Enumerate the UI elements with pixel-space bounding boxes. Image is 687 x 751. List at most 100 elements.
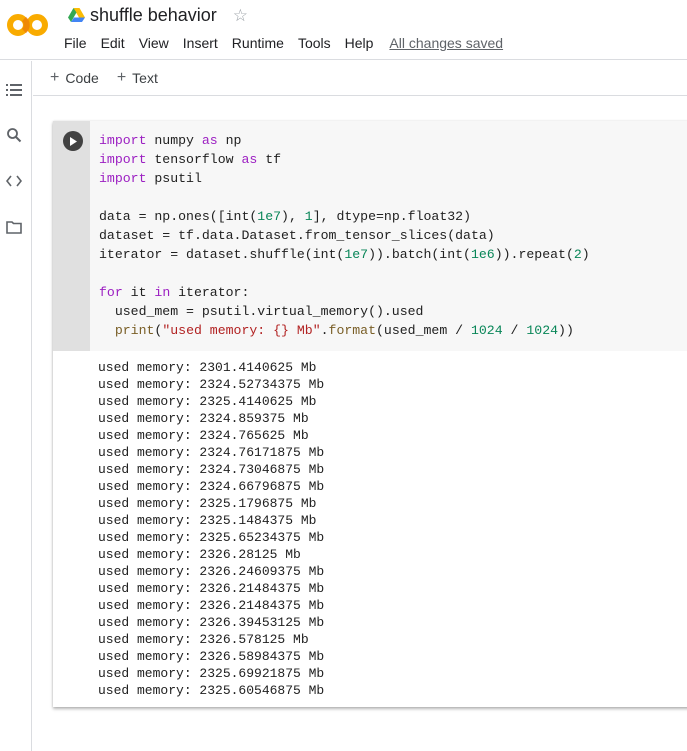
code-token: import [99,152,147,167]
files-folder-icon[interactable] [5,218,23,236]
app-header: shuffle behavior ☆ File Edit View Insert… [0,0,687,60]
search-icon[interactable] [5,126,23,144]
code-token: in [154,285,171,300]
output-line: used memory: 2325.69921875 Mb [98,666,325,681]
code-token: used_mem = psutil.virtual_memory().used [99,304,424,319]
code-token: 1e7 [344,247,369,262]
code-line: dataset = tf.data.Dataset.from_tensor_sl… [99,226,590,245]
cell-gutter [53,121,90,351]
code-token: )) [558,323,574,338]
menu-edit[interactable]: Edit [101,35,125,51]
code-token: as [201,133,218,148]
output-line: used memory: 2326.39453125 Mb [98,615,325,630]
code-token: . [320,323,329,338]
code-token: / [502,323,527,338]
code-token: numpy [146,133,202,148]
output-line: used memory: 2325.65234375 Mb [98,530,325,545]
colab-logo[interactable] [7,13,49,37]
code-token: dataset = tf.data.Dataset.from_tensor_sl… [99,228,495,243]
add-code-label: Code [65,70,99,86]
code-line: import tensorflow as tf [99,150,590,169]
menu-insert[interactable]: Insert [183,35,218,51]
code-token: it [122,285,155,300]
title-row: shuffle behavior ☆ [68,4,248,26]
code-cell[interactable]: import numpy as np import tensorflow as t… [53,121,687,707]
menu-runtime[interactable]: Runtime [232,35,284,51]
code-line: used_mem = psutil.virtual_memory().used [99,302,590,321]
run-cell-button[interactable] [63,131,83,151]
code-token: psutil [146,171,202,186]
code-token: format [328,323,377,338]
code-token: )).repeat( [494,247,574,262]
output-line: used memory: 2325.4140625 Mb [98,394,317,409]
code-token: for [99,285,123,300]
code-token: 1024 [526,323,559,338]
code-editor[interactable]: import numpy as np import tensorflow as t… [90,121,687,351]
code-line: print("used memory: {} Mb".format(used_m… [99,321,590,340]
code-token: (used_mem / [376,323,471,338]
star-icon[interactable]: ☆ [233,7,248,24]
output-text: used memory: 2301.4140625 Mb used memory:… [98,359,324,699]
code-line: iterator = dataset.shuffle(int(1e7)).bat… [99,245,590,264]
output-line: used memory: 2301.4140625 Mb [98,360,317,375]
menu-bar: File Edit View Insert Runtime Tools Help… [64,35,503,51]
code-token: iterator = dataset.shuffle(int( [99,247,345,262]
play-icon [70,136,77,146]
output-line: used memory: 2324.66796875 Mb [98,479,325,494]
output-line: used memory: 2324.52734375 Mb [98,377,325,392]
code-token: as [241,152,258,167]
table-of-contents-icon[interactable] [5,81,23,99]
add-text-cell-button[interactable]: + Text [117,69,158,87]
notebook-toolbar: + Code + Text [33,61,687,96]
code-token: ], dtype=np.float32) [312,209,471,224]
left-sidebar [0,61,32,751]
plus-icon: + [116,69,127,86]
plus-icon: + [50,69,60,86]
code-token: data = np.ones([int( [99,209,258,224]
output-line: used memory: 2326.28125 Mb [98,547,301,562]
code-token: tensorflow [146,152,242,167]
code-token: "used memory: {} Mb" [162,323,321,338]
code-token: 1e6 [470,247,495,262]
output-line: used memory: 2326.58984375 Mb [98,649,325,664]
menu-view[interactable]: View [139,35,169,51]
code-token: 1024 [470,323,503,338]
code-token: 1 [304,209,313,224]
add-text-label: Text [132,70,158,86]
code-token: import [99,133,147,148]
output-line: used memory: 2325.60546875 Mb [98,683,325,698]
output-line: used memory: 2326.24609375 Mb [98,564,325,579]
code-line: import numpy as np [99,131,590,150]
output-line: used memory: 2324.76171875 Mb [98,445,325,460]
code-line: import psutil [99,169,590,188]
code-token: np [217,133,242,148]
output-line: used memory: 2326.21484375 Mb [98,581,325,596]
google-drive-icon [68,8,85,22]
output-line: used memory: 2324.73046875 Mb [98,462,325,477]
menu-tools[interactable]: Tools [298,35,331,51]
code-token: ), [281,209,305,224]
menu-file[interactable]: File [64,35,87,51]
output-line: used memory: 2324.859375 Mb [98,411,309,426]
save-status-link[interactable]: All changes saved [389,35,503,51]
output-line: used memory: 2326.578125 Mb [98,632,309,647]
notebook-main: import numpy as np import tensorflow as t… [33,97,687,751]
notebook-title[interactable]: shuffle behavior [90,5,217,26]
code-line: for it in iterator: [99,283,590,302]
code-token: )).batch(int( [368,247,471,262]
code-line: ​ [99,264,590,283]
output-line: used memory: 2325.1484375 Mb [98,513,317,528]
code-token: 2 [573,247,582,262]
code-text: import numpy as np import tensorflow as t… [99,131,590,340]
output-line: used memory: 2326.21484375 Mb [98,598,325,613]
code-token: import [99,171,147,186]
menu-help[interactable]: Help [345,35,374,51]
code-line: data = np.ones([int(1e7), 1], dtype=np.f… [99,207,590,226]
code-snippets-icon[interactable] [5,172,23,190]
output-line: used memory: 2325.1796875 Mb [98,496,317,511]
code-line: ​ [99,188,590,207]
code-token: ) [581,247,590,262]
output-line: used memory: 2324.765625 Mb [98,428,309,443]
add-code-cell-button[interactable]: + Code [50,69,99,87]
